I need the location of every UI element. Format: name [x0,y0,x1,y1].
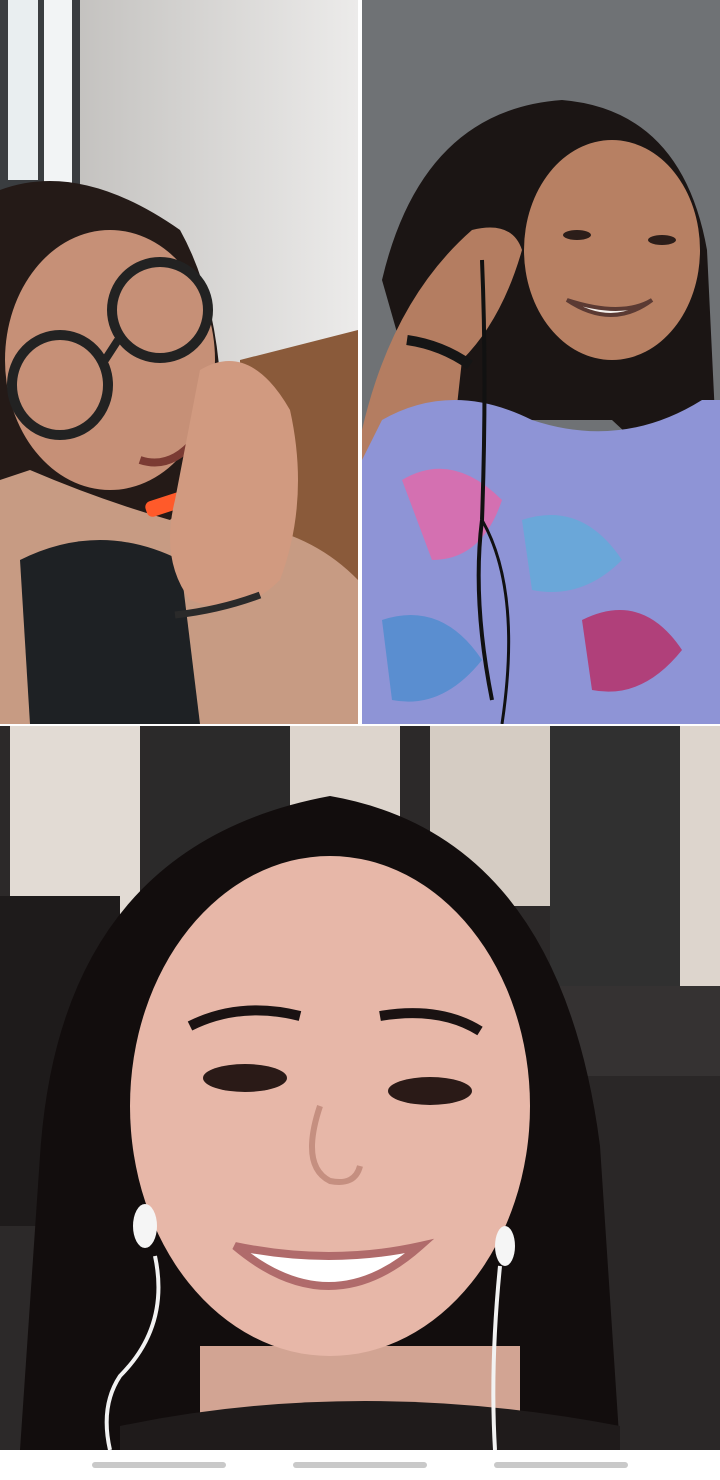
home-button[interactable] [293,1462,427,1468]
video-call-screen [0,0,720,1480]
self-video-feed [0,726,720,1450]
back-button[interactable] [494,1462,628,1468]
participant-video-tile-1[interactable] [0,0,358,724]
self-video-tile[interactable] [0,726,720,1450]
system-navigation-bar [0,1450,720,1480]
participant-video-tile-2[interactable] [362,0,720,724]
participant-video-feed-1 [0,0,358,724]
participant-video-feed-2 [362,0,720,724]
recent-apps-button[interactable] [92,1462,226,1468]
